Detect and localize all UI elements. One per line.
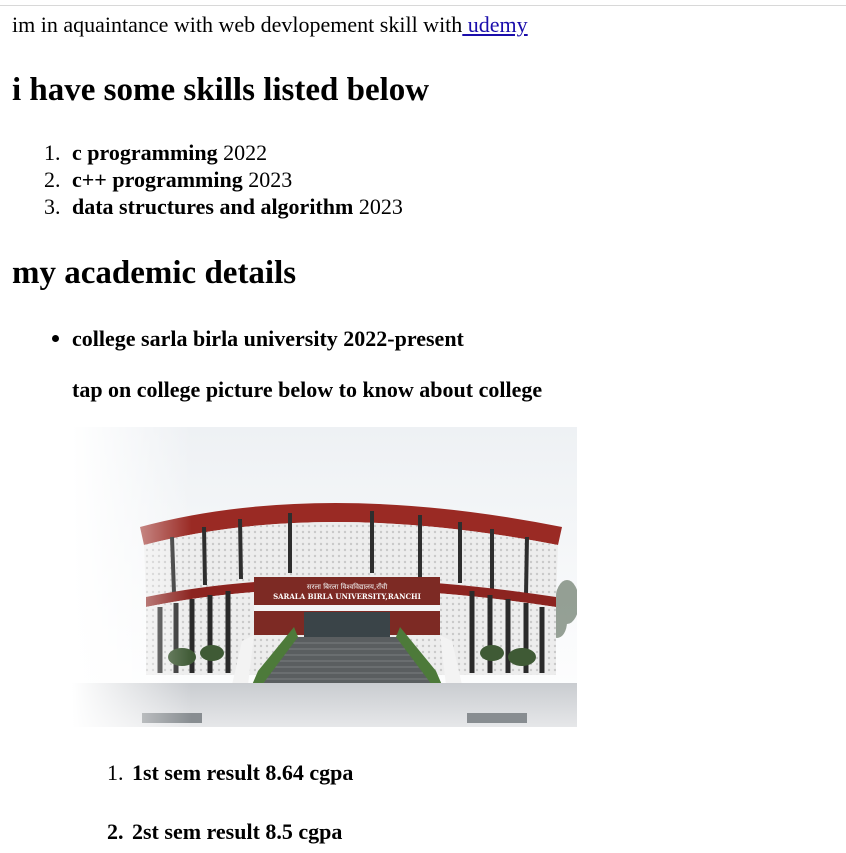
bullet-dot (52, 335, 59, 342)
intro-line: im in aquaintance with web devlopement s… (12, 11, 528, 39)
skill-year: 2023 (358, 194, 403, 219)
list-number: 1. (107, 760, 124, 785)
list-item: 1. c programming 2022 (0, 139, 403, 166)
result-text: 2st sem result 8.5 cgpa (132, 819, 343, 844)
list-number: 2. (107, 819, 124, 844)
skill-name: c++ programming (72, 167, 243, 192)
skills-heading: i have some skills listed below (12, 72, 430, 108)
skills-list: 1. c programming 2022 2. c++ programming 2… (0, 139, 403, 220)
udemy-link[interactable]: udemy (462, 12, 528, 37)
college-picture-link[interactable]: सरला बिरला विश्वविद्यालय,राँची SARALA BI… (72, 427, 577, 727)
skill-name: c programming (72, 140, 218, 165)
skill-year: 2023 (248, 167, 293, 192)
list-item: 3. data structures and algorithm 2023 (0, 193, 403, 220)
academic-heading: my academic details (12, 255, 297, 291)
results-list: 1. 1st sem result 8.64 cgpa (0, 759, 353, 787)
list-number: 1. (44, 140, 61, 165)
college-image: सरला बिरला विश्वविद्यालय,राँची SARALA BI… (72, 427, 577, 727)
list-number: 2. (44, 167, 61, 192)
top-border (0, 5, 846, 6)
result-text: 1st sem result 8.64 cgpa (132, 760, 354, 785)
skill-year: 2022 (223, 140, 268, 165)
skill-name: data structures and algorithm (72, 194, 354, 219)
list-item: 2. c++ programming 2023 (0, 166, 403, 193)
intro-text: im in aquaintance with web devlopement s… (12, 12, 463, 37)
sign-hindi: सरला बिरला विश्वविद्यालय,राँची (307, 582, 387, 591)
college-item: college sarla birla university 2022-pres… (72, 326, 464, 351)
tap-note: tap on college picture below to know abo… (72, 377, 543, 402)
list-number: 3. (44, 194, 61, 219)
list-item: 1. 1st sem result 8.64 cgpa (0, 759, 353, 787)
results-list-2: 2. 2st sem result 8.5 cgpa (0, 818, 342, 846)
sign-english: SARALA BIRLA UNIVERSITY,RANCHI (273, 592, 421, 601)
list-item: 2. 2st sem result 8.5 cgpa (0, 818, 342, 846)
